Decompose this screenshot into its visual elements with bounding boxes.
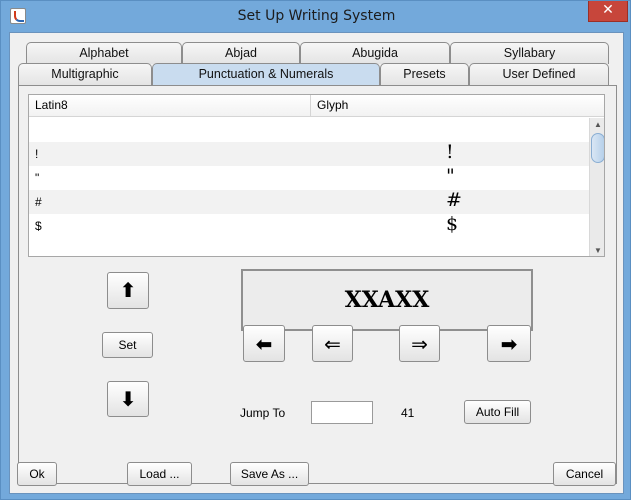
- dialog-window: Set Up Writing System ✕ Alphabet Abjad A…: [0, 0, 631, 500]
- save-as-button[interactable]: Save As ...: [230, 462, 309, 486]
- first-button[interactable]: ⬅: [243, 325, 285, 362]
- table-row[interactable]: [29, 118, 589, 142]
- double-left-arrow-icon: ⇐: [324, 332, 341, 356]
- window-title: Set Up Writing System: [237, 8, 396, 24]
- glyph-table[interactable]: Latin8 Glyph ! ! " " # # $ $ ▲ ▼: [28, 94, 605, 257]
- up-arrow-icon: ⬆: [119, 278, 137, 302]
- tab-syllabary[interactable]: Syllabary: [450, 42, 609, 64]
- title-bar[interactable]: Set Up Writing System ✕: [1, 1, 631, 32]
- scroll-thumb[interactable]: [591, 133, 604, 163]
- table-row[interactable]: $ $: [29, 213, 589, 238]
- table-row[interactable]: # #: [29, 189, 589, 214]
- previous-button[interactable]: ⇐: [312, 325, 353, 362]
- tab-alphabet[interactable]: Alphabet: [26, 42, 182, 64]
- table-row[interactable]: ! !: [29, 141, 589, 166]
- ok-button[interactable]: Ok: [17, 462, 57, 486]
- glyph-cell: ": [446, 165, 455, 187]
- glyph-cell: !: [446, 141, 454, 163]
- table-row[interactable]: " ": [29, 165, 589, 190]
- double-right-arrow-icon: ⇒: [411, 332, 428, 356]
- close-button[interactable]: ✕: [588, 1, 628, 22]
- latin8-cell: ": [35, 171, 40, 185]
- move-up-button[interactable]: ⬆: [107, 272, 149, 309]
- dialog-content: Alphabet Abjad Abugida Syllabary Multigr…: [9, 32, 624, 494]
- jump-to-label: Jump To: [240, 406, 286, 420]
- move-down-button[interactable]: ⬇: [107, 381, 149, 417]
- down-arrow-icon: ⬇: [119, 387, 137, 411]
- tab-presets[interactable]: Presets: [380, 63, 469, 85]
- heavy-right-arrow-icon: ➡: [500, 332, 518, 356]
- glyph-count: 41: [401, 406, 415, 420]
- next-button[interactable]: ⇒: [399, 325, 440, 362]
- scroll-down-arrow-icon[interactable]: ▼: [590, 244, 604, 256]
- cancel-button[interactable]: Cancel: [553, 462, 616, 486]
- tab-abugida[interactable]: Abugida: [300, 42, 450, 64]
- glyph-cell: #: [446, 189, 462, 211]
- auto-fill-button[interactable]: Auto Fill: [464, 400, 531, 424]
- latin8-cell: !: [35, 147, 39, 161]
- tab-multigraphic[interactable]: Multigraphic: [18, 63, 152, 85]
- column-header-glyph[interactable]: Glyph: [311, 95, 604, 117]
- latin8-cell: $: [35, 219, 42, 233]
- glyph-preview: XXAXX: [241, 269, 533, 331]
- tab-user-defined[interactable]: User Defined: [469, 63, 609, 85]
- tab-abjad[interactable]: Abjad: [182, 42, 300, 64]
- column-header-latin8[interactable]: Latin8: [29, 95, 311, 117]
- heavy-left-arrow-icon: ⬅: [255, 332, 273, 356]
- table-header: Latin8 Glyph: [29, 95, 604, 117]
- set-button[interactable]: Set: [102, 332, 153, 358]
- table-scrollbar[interactable]: ▲ ▼: [589, 118, 604, 256]
- load-button[interactable]: Load ...: [127, 462, 192, 486]
- tab-punctuation-numerals[interactable]: Punctuation & Numerals: [152, 63, 380, 85]
- scroll-up-arrow-icon[interactable]: ▲: [590, 118, 604, 132]
- glyph-cell: $: [446, 213, 459, 235]
- last-button[interactable]: ➡: [487, 325, 531, 362]
- latin8-cell: #: [35, 195, 42, 209]
- jump-to-input[interactable]: [311, 401, 373, 424]
